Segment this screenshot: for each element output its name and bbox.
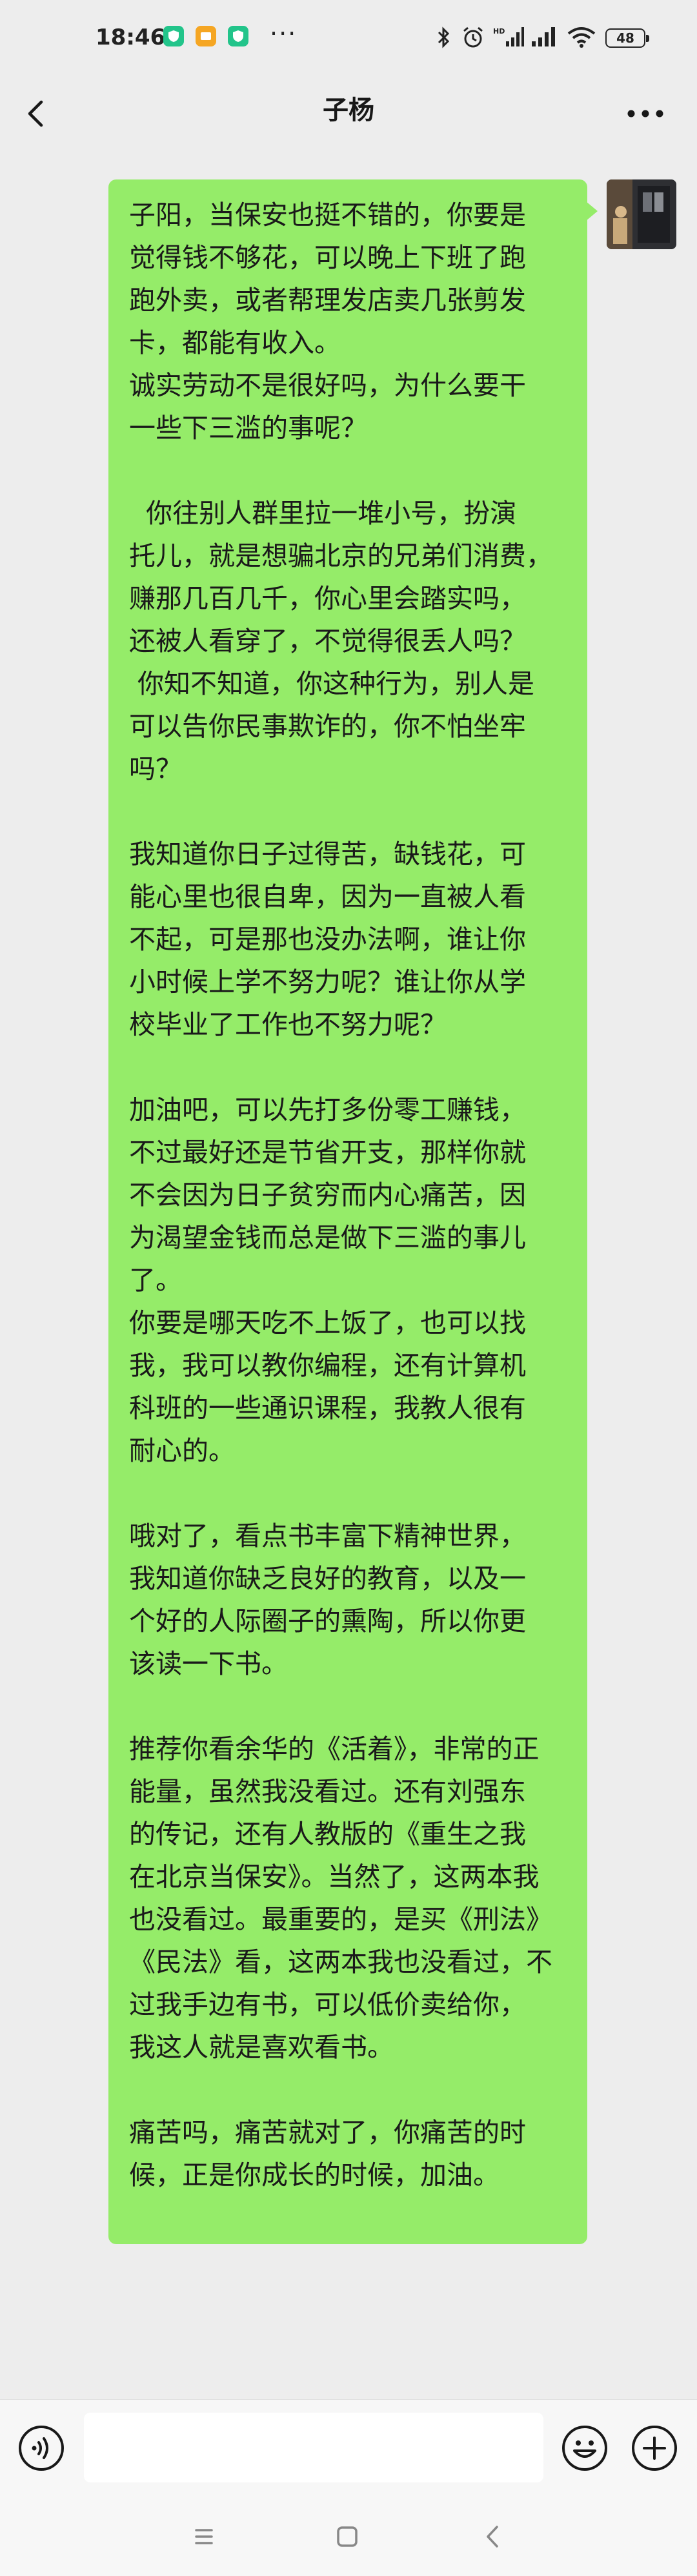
hd-signal-icon: HD (493, 26, 524, 52)
alarm-icon (461, 26, 485, 52)
message-line: 子阳，当保安也挺不错的，你要是 (129, 199, 526, 230)
bluetooth-icon (436, 26, 452, 52)
message-line: 耐心的。 (129, 1435, 235, 1466)
message-line: 该读一下书。 (129, 1648, 288, 1679)
message-line: 痛苦吗，痛苦就对了，你痛苦的时 (129, 2117, 526, 2148)
message-line: 推荐你看余华的《活着》，非常的正 (129, 1733, 540, 1764)
message-line: 托儿，就是想骗北京的兄弟们消费， (129, 540, 552, 571)
plus-button[interactable] (630, 2424, 679, 2473)
message-line: 你知不知道，你这种行为，别人是 (129, 668, 535, 699)
voice-button[interactable] (17, 2424, 66, 2473)
message-input[interactable] (84, 2413, 543, 2482)
message-line: 还被人看穿了，不觉得很丢人吗？ (129, 626, 526, 657)
message-line: 加油吧，可以先打多份零工赚钱， (129, 1094, 526, 1125)
message-line: 你要是哪天吃不上饭了，也可以找 (129, 1307, 526, 1338)
input-bar (0, 2399, 697, 2495)
message-line: 候，正是你成长的时候，加油。 (129, 2160, 500, 2191)
chat-header: 子杨 (0, 77, 697, 150)
message-line: 我知道你日子过得苦，缺钱花，可 (129, 839, 526, 870)
folder-app-icon (196, 26, 216, 46)
message-bubble[interactable]: 子阳，当保安也挺不错的，你要是 觉得钱不够花，可以晚上下班了跑 跑外卖，或者帮理发店… (108, 179, 598, 2244)
emoji-button[interactable] (560, 2424, 609, 2473)
message-line: 《民法》看，这两本我也没看过，不 (129, 1947, 552, 1978)
message-line: 了。 (129, 1265, 182, 1296)
back-icon[interactable] (474, 2520, 512, 2553)
message-line: 赚那几百几千，你心里会踏实吗， (129, 583, 526, 614)
message-line: 小时候上学不努力呢？谁让你从学 (129, 966, 526, 997)
message-line: 能心里也很自卑，因为一直被人看 (129, 881, 526, 912)
message-line: 科班的一些通识课程，我教人很有 (129, 1393, 526, 1424)
message-line: 为渴望金钱而总是做下三滥的事儿 (129, 1222, 526, 1253)
message-line: 吗？ (129, 753, 182, 784)
wifi-icon (567, 26, 596, 52)
menu-icon[interactable] (185, 2520, 223, 2553)
svg-text:HD: HD (493, 27, 505, 36)
message-line: 也没看过。最重要的，是买《刑法》 (129, 1904, 552, 1935)
message-line: 不过最好还是节省开支，那样你就 (129, 1137, 526, 1168)
message-line: 我，我可以教你编程，还有计算机 (129, 1350, 526, 1381)
status-more-dots: ··· (270, 19, 298, 48)
emoji-icon (562, 2426, 607, 2471)
message-line: 诚实劳动不是很好吗，为什么要干 (129, 370, 526, 401)
message-line: 不起，可是那也没办法啊，谁让你 (129, 924, 526, 955)
message-line: 在北京当保安》。当然了，这两本我 (129, 1861, 540, 1892)
message-line: 觉得钱不够花，可以晚上下班了跑 (129, 242, 526, 273)
status-bar: 18:46 ··· HD 48 (0, 0, 697, 77)
shield-app-icon (228, 26, 248, 46)
chat-title: 子杨 (323, 96, 374, 125)
more-button[interactable] (620, 92, 671, 136)
shield-app-icon (163, 26, 184, 46)
message-line: 可以告你民事欺诈的，你不怕坐牢 (129, 711, 526, 742)
message-line: 不会因为日子贫穷而内心痛苦，因 (129, 1180, 526, 1211)
message-line: 你往别人群里拉一堆小号，扮演 (129, 498, 517, 529)
plus-icon (632, 2426, 677, 2471)
message-line: 哦对了，看点书丰富下精神世界， (129, 1520, 526, 1551)
avatar-photo-icon (607, 179, 676, 249)
message-line: 校毕业了工作也不努力呢？ (129, 1009, 447, 1040)
message-line: 个好的人际圈子的熏陶，所以你更 (129, 1606, 526, 1637)
message-line: 跑外卖，或者帮理发店卖几张剪发 (129, 285, 526, 316)
battery-icon: 48 (605, 28, 649, 48)
avatar[interactable] (607, 179, 676, 249)
message-line: 我这人就是喜欢看书。 (129, 2032, 394, 2063)
voice-icon (19, 2426, 64, 2471)
message-line: 的传记，还有人教版的《重生之我 (129, 1819, 526, 1850)
signal-icon (530, 26, 559, 52)
status-time: 18:46 (96, 25, 166, 50)
message-line: 卡，都能有收入。 (129, 327, 341, 358)
message-line: 我知道你缺乏良好的教育，以及一 (129, 1563, 526, 1594)
message-line: 过我手边有书，可以低价卖给你， (129, 1989, 526, 2020)
message-line: 能量，虽然我没看过。还有刘强东 (129, 1776, 526, 1807)
more-dots-icon (627, 110, 663, 118)
message-text: 子阳，当保安也挺不错的，你要是 觉得钱不够花，可以晚上下班了跑 跑外卖，或者帮理发店… (129, 194, 571, 2196)
home-icon[interactable] (328, 2520, 367, 2553)
message-line: 一些下三滥的事呢？ (129, 413, 367, 444)
system-navigation-bar (0, 2495, 697, 2576)
